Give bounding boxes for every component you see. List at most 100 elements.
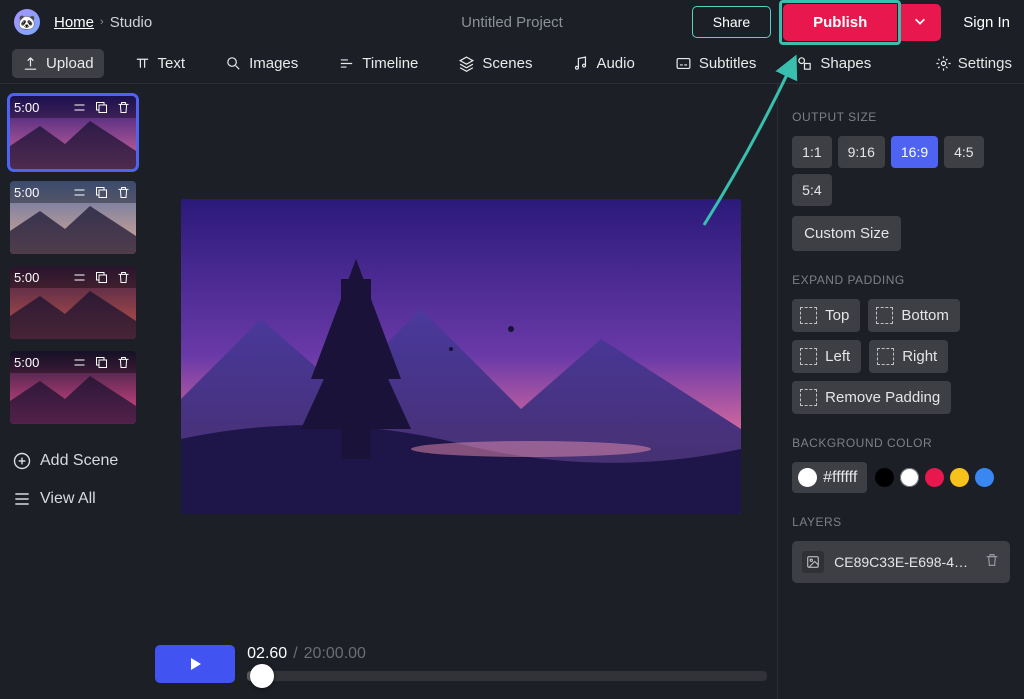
section-output-size: OUTPUT SIZE: [792, 110, 1010, 124]
color-swatch[interactable]: [925, 468, 944, 487]
gear-icon: [935, 55, 952, 72]
toolbar-scenes[interactable]: Scenes: [448, 49, 542, 78]
reorder-icon[interactable]: [70, 268, 88, 286]
pad-left-button[interactable]: Left: [792, 340, 861, 373]
duplicate-icon[interactable]: [92, 98, 110, 116]
seek-thumb[interactable]: [250, 664, 274, 688]
scene-card[interactable]: 5:00: [10, 266, 136, 339]
scene-card[interactable]: 5:00: [10, 351, 136, 424]
time-current: 02.60: [247, 645, 287, 662]
color-swatch[interactable]: [900, 468, 919, 487]
color-swatch[interactable]: [950, 468, 969, 487]
view-all-label: View All: [40, 490, 96, 508]
timeline-icon: [338, 55, 355, 72]
pad-icon: [800, 348, 817, 365]
ratio-button[interactable]: 1:1: [792, 136, 831, 168]
canvas-area: 02.60/20:00.00: [145, 84, 777, 699]
share-button[interactable]: Share: [692, 6, 771, 38]
delete-layer-button[interactable]: [984, 552, 1000, 573]
scene-card[interactable]: 5:00: [10, 96, 136, 169]
custom-size-button[interactable]: Custom Size: [792, 216, 901, 251]
upload-icon: [22, 55, 39, 72]
color-swatch[interactable]: [975, 468, 994, 487]
music-icon: [572, 55, 589, 72]
scene-duration: 5:00: [14, 355, 39, 370]
reorder-icon[interactable]: [70, 98, 88, 116]
breadcrumb-location: Studio: [110, 14, 153, 31]
duplicate-icon[interactable]: [92, 268, 110, 286]
avatar[interactable]: 🐼: [14, 9, 40, 35]
time-total: 20:00.00: [304, 645, 366, 662]
project-title[interactable]: Untitled Project: [461, 14, 563, 31]
toolbar-text[interactable]: Text: [124, 49, 196, 78]
scene-panel: 5:00 5:00 5:00: [0, 84, 145, 699]
scene-duration: 5:00: [14, 270, 39, 285]
color-input[interactable]: #ffffff: [792, 462, 867, 493]
section-expand-padding: EXPAND PADDING: [792, 273, 1010, 287]
reorder-icon[interactable]: [70, 353, 88, 371]
color-preview: [798, 468, 817, 487]
play-button[interactable]: [155, 645, 235, 683]
pad-right-button[interactable]: Right: [869, 340, 948, 373]
home-link[interactable]: Home: [54, 14, 94, 31]
reorder-icon[interactable]: [70, 183, 88, 201]
section-layers: LAYERS: [792, 515, 1010, 529]
section-background-color: BACKGROUND COLOR: [792, 436, 1010, 450]
layers-icon: [458, 55, 475, 72]
canvas-preview[interactable]: [181, 199, 741, 514]
toolbar-subtitles[interactable]: Subtitles: [665, 49, 767, 78]
toolbar-label: Scenes: [482, 55, 532, 72]
pad-icon: [877, 348, 894, 365]
toolbar-settings[interactable]: Settings: [935, 55, 1012, 72]
color-hex: #ffffff: [823, 469, 857, 487]
scene-duration: 5:00: [14, 100, 39, 115]
toolbar-label: Timeline: [362, 55, 418, 72]
duplicate-icon[interactable]: [92, 353, 110, 371]
subtitles-icon: [675, 55, 692, 72]
image-icon: [802, 551, 824, 573]
pad-bottom-button[interactable]: Bottom: [868, 299, 960, 332]
search-icon: [225, 55, 242, 72]
sign-in-link[interactable]: Sign In: [963, 14, 1010, 31]
layer-item[interactable]: CE89C33E-E698-4C2D-…: [792, 541, 1010, 583]
toolbar-label: Subtitles: [699, 55, 757, 72]
trash-icon[interactable]: [114, 98, 132, 116]
toolbar-images[interactable]: Images: [215, 49, 308, 78]
add-scene-button[interactable]: Add Scene: [10, 448, 139, 474]
playback-bar: 02.60/20:00.00: [145, 629, 777, 699]
duplicate-icon[interactable]: [92, 183, 110, 201]
add-scene-label: Add Scene: [40, 452, 118, 470]
toolbar-label: Settings: [958, 55, 1012, 72]
toolbar-upload[interactable]: Upload: [12, 49, 104, 78]
toolbar-label: Images: [249, 55, 298, 72]
color-swatch[interactable]: [875, 468, 894, 487]
toolbar-audio[interactable]: Audio: [562, 49, 644, 78]
ratio-button[interactable]: 5:4: [792, 174, 831, 206]
pad-top-button[interactable]: Top: [792, 299, 860, 332]
pad-icon: [800, 389, 817, 406]
ratio-button[interactable]: 9:16: [838, 136, 885, 168]
toolbar-label: Text: [158, 55, 186, 72]
scene-card[interactable]: 5:00: [10, 181, 136, 254]
toolbar-label: Audio: [596, 55, 634, 72]
view-all-button[interactable]: View All: [10, 486, 139, 512]
scene-duration: 5:00: [14, 185, 39, 200]
remove-padding-button[interactable]: Remove Padding: [792, 381, 951, 414]
seek-track[interactable]: [247, 669, 767, 683]
trash-icon[interactable]: [114, 183, 132, 201]
toolbar-shapes[interactable]: Shapes: [786, 49, 881, 78]
toolbar-timeline[interactable]: Timeline: [328, 49, 428, 78]
toolbar-label: Upload: [46, 55, 94, 72]
publish-dropdown-button[interactable]: [899, 4, 941, 41]
ratio-button[interactable]: 4:5: [944, 136, 983, 168]
toolbar: Upload Text Images Timeline Scenes Audio…: [0, 44, 1024, 84]
trash-icon[interactable]: [114, 268, 132, 286]
chevron-right-icon: ›: [100, 16, 104, 28]
properties-panel: OUTPUT SIZE 1:19:1616:94:5 5:4 Custom Siz…: [777, 84, 1024, 699]
toolbar-label: Shapes: [820, 55, 871, 72]
trash-icon[interactable]: [114, 353, 132, 371]
breadcrumb: Home › Studio: [54, 14, 152, 31]
ratio-button[interactable]: 16:9: [891, 136, 938, 168]
publish-button[interactable]: Publish: [783, 4, 897, 41]
shapes-icon: [796, 55, 813, 72]
